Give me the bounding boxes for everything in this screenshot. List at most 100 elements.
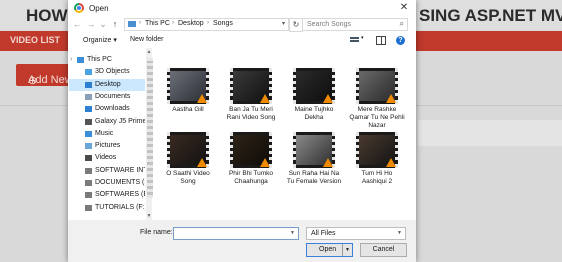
chevron-down-icon[interactable]: ▾: [361, 35, 364, 41]
navigation-bar: ← → ⌄ ↑ › This PC › Desktop › Songs ▾ ↻ …: [68, 16, 416, 32]
sidebar-item[interactable]: › This PC: [69, 54, 145, 66]
phone-icon: [85, 118, 92, 125]
chevron-right-icon[interactable]: ›: [70, 56, 72, 63]
search-placeholder: Search Songs: [307, 21, 351, 28]
file-item[interactable]: Ban Ja Tu Meri Rani Video Song: [223, 68, 279, 138]
preview-pane-icon[interactable]: [376, 36, 386, 45]
sidebar-item[interactable]: Downloads: [69, 103, 145, 115]
back-arrow-icon[interactable]: ←: [72, 18, 82, 30]
add-new-button[interactable]: ⊕ Add New: [16, 64, 74, 87]
command-bar: Organize ▾ New folder ▾ ?: [68, 33, 416, 47]
file-name-caption: Aastha Gill: [172, 106, 204, 113]
sidebar-item-label: Downloads: [95, 105, 130, 113]
file-name-caption: Mere Rashke Qamar Tu Ne Pehli Nazar: [349, 106, 405, 129]
sidebar-item-label: SOFTWARES (E:): [95, 191, 145, 199]
downloads-icon: [85, 106, 92, 113]
address-bar[interactable]: › This PC › Desktop › Songs ▾: [124, 18, 289, 31]
breadcrumb-this-pc[interactable]: This PC: [145, 20, 170, 27]
open-button-label: Open: [319, 246, 337, 253]
sidebar-item[interactable]: TUTORIALS (F:): [69, 202, 145, 214]
file-name-caption: Tum Hi Ho Aashiqui 2: [361, 170, 393, 185]
breadcrumb-desktop[interactable]: Desktop: [178, 20, 204, 27]
3d-objects-icon: [85, 69, 92, 76]
sidebar-item[interactable]: Videos: [69, 152, 145, 164]
video-thumbnail: [167, 68, 209, 104]
breadcrumb-separator-icon: ›: [172, 20, 174, 26]
vlc-icon: [386, 158, 396, 167]
file-name-caption: Phir Bhi Tumko Chaahunga: [228, 170, 274, 185]
vlc-icon: [197, 158, 207, 167]
file-name-label: File name:: [140, 229, 173, 236]
sidebar-item-label: Pictures: [95, 142, 121, 150]
refresh-icon[interactable]: ↻: [289, 18, 303, 32]
dialog-titlebar[interactable]: Open ✕: [68, 0, 416, 16]
sidebar-item[interactable]: Documents: [69, 91, 145, 103]
navigation-pane: › This PC 3D Objects Desktop Documents Downlo…: [69, 50, 145, 218]
video-thumbnail: [356, 68, 398, 104]
background-row: [418, 120, 562, 146]
drive-icon: [85, 180, 92, 186]
sidebar-item[interactable]: DOCUMENTS (D: [69, 177, 145, 189]
file-item[interactable]: Phir Bhi Tumko Chaahunga: [223, 132, 279, 202]
vlc-icon: [260, 94, 270, 103]
chevron-down-icon: ▼: [397, 230, 402, 236]
up-arrow-icon[interactable]: ↑: [110, 18, 120, 30]
open-button[interactable]: Open ▼: [306, 243, 353, 257]
file-item[interactable]: Mere Rashke Qamar Tu Ne Pehli Nazar: [349, 68, 405, 138]
sidebar-item[interactable]: Galaxy J5 Prime: [69, 116, 145, 128]
sidebar-item-label: Videos: [95, 154, 117, 162]
video-thumbnail: [293, 68, 335, 104]
drive-icon: [85, 192, 92, 199]
chevron-down-icon[interactable]: ▾: [282, 20, 285, 27]
chevron-down-icon[interactable]: ▼: [345, 247, 350, 253]
cancel-button[interactable]: Cancel: [360, 243, 407, 257]
sidebar-item[interactable]: Desktop: [69, 78, 145, 91]
file-item[interactable]: O Saathi Video Song: [160, 132, 216, 202]
scroll-up-icon[interactable]: ▲: [146, 49, 152, 55]
sidebar-item[interactable]: SOFTWARES (E:): [69, 189, 145, 201]
sidebar-scrollbar[interactable]: ▲ ▼: [146, 48, 153, 220]
file-item[interactable]: Tum Hi Ho Aashiqui 2: [349, 132, 405, 202]
forward-arrow-icon[interactable]: →: [86, 18, 96, 30]
sidebar-item-label: SOFTWARE INTA: [95, 166, 145, 174]
dialog-title: Open: [89, 4, 109, 13]
dialog-footer: File name: ▼ All Files ▼ Open ▼ Cancel: [68, 220, 416, 262]
sidebar-item-label: Galaxy J5 Prime: [95, 117, 145, 125]
sidebar-item[interactable]: SOFTWARE INTA: [69, 165, 145, 177]
search-icon: ⌕: [399, 19, 404, 28]
organize-button[interactable]: Organize ▾: [83, 36, 117, 44]
sidebar-item-label: This PC: [87, 56, 112, 63]
file-item[interactable]: Aastha Gill: [160, 68, 216, 138]
new-folder-button[interactable]: New folder: [130, 36, 163, 43]
file-type-select[interactable]: All Files ▼: [306, 227, 406, 240]
pictures-icon: [85, 143, 92, 150]
file-item[interactable]: Maine Tujhko Dekha: [286, 68, 342, 138]
computer-icon: [128, 21, 136, 27]
scroll-down-icon[interactable]: ▼: [146, 213, 152, 219]
search-input[interactable]: Search Songs ⌕: [302, 18, 408, 31]
cancel-button-label: Cancel: [372, 246, 395, 253]
page-heading-right: SING ASP.NET MVC5: [419, 6, 562, 25]
vlc-icon: [323, 158, 333, 167]
computer-icon: [77, 57, 84, 63]
file-name-caption: Ban Ja Tu Meri Rani Video Song: [226, 106, 276, 121]
close-button[interactable]: ✕: [398, 2, 410, 14]
video-thumbnail: [230, 132, 272, 168]
sidebar-item[interactable]: Music: [69, 128, 145, 140]
documents-icon: [85, 93, 92, 100]
sidebar-item[interactable]: 3D Objects: [69, 66, 145, 78]
help-icon[interactable]: ?: [396, 36, 405, 45]
videos-icon: [85, 155, 92, 162]
drive-icon: [85, 167, 92, 174]
sidebar-item-label: TUTORIALS (F:): [95, 203, 145, 211]
vlc-icon: [197, 94, 207, 103]
breadcrumb-songs[interactable]: Songs: [213, 20, 233, 27]
file-name-caption: Maine Tujhko Dekha: [294, 106, 334, 121]
sidebar-item[interactable]: Pictures: [69, 140, 145, 152]
recent-locations-icon[interactable]: ⌄: [98, 18, 108, 30]
scrollbar-thumb[interactable]: [147, 58, 153, 198]
view-options-icon[interactable]: [350, 37, 359, 44]
file-item[interactable]: Sun Raha Hai Na Tu Female Version: [286, 132, 342, 202]
file-name-field[interactable]: ▼: [173, 227, 299, 240]
chevron-down-icon[interactable]: ▼: [290, 230, 295, 236]
